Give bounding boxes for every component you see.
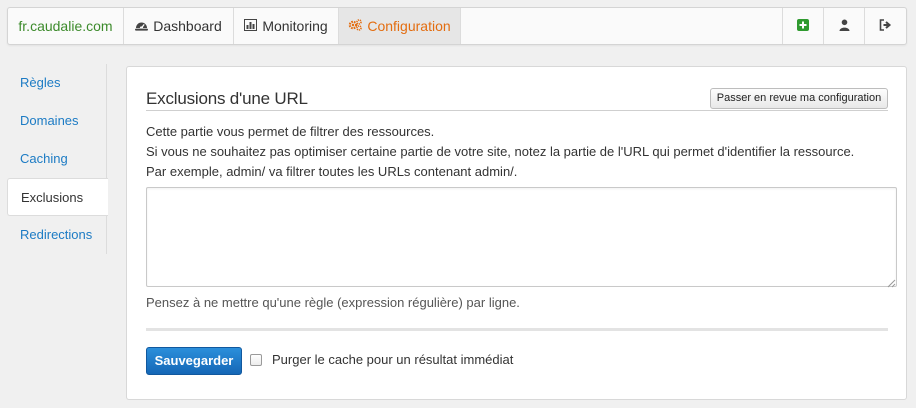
top-navbar: fr.caudalie.com Dashboard Monitoring Con…: [7, 7, 907, 45]
bar-chart-icon: [244, 8, 258, 44]
exclusions-panel: Exclusions d'une URL Passer en revue ma …: [126, 66, 907, 400]
site-brand-link[interactable]: fr.caudalie.com: [8, 8, 124, 44]
sidebar-item-caching[interactable]: Caching: [7, 140, 106, 178]
exclusion-rules-textarea[interactable]: [146, 187, 897, 287]
rules-hint: Pensez à ne mettre qu'une règle (express…: [146, 295, 520, 310]
review-config-button[interactable]: Passer en revue ma configuration: [710, 88, 888, 109]
sidebar-item-redirections[interactable]: Redirections: [7, 216, 106, 254]
sidebar-item-exclusions[interactable]: Exclusions: [7, 178, 108, 216]
sign-out-icon: [879, 8, 892, 44]
cogs-icon: [348, 8, 363, 44]
page-title: Exclusions d'une URL: [146, 89, 308, 108]
nav-configuration-label: Configuration: [367, 18, 451, 34]
nav-dashboard[interactable]: Dashboard: [124, 8, 234, 44]
purge-cache-checkbox[interactable]: [250, 353, 262, 366]
purge-cache-option[interactable]: Purger le cache pour un résultat immédia…: [250, 352, 513, 367]
add-button[interactable]: [783, 8, 824, 44]
nav-monitoring-label: Monitoring: [262, 18, 328, 34]
user-icon: [839, 8, 850, 44]
plus-square-icon: [797, 8, 809, 44]
description-line: Par exemple, admin/ va filtrer toutes le…: [146, 164, 518, 179]
dashboard-icon: [135, 8, 149, 44]
nav-spacer: [461, 8, 783, 44]
nav-monitoring[interactable]: Monitoring: [234, 8, 339, 44]
save-button[interactable]: Sauvegarder: [146, 347, 242, 375]
purge-cache-label: Purger le cache pour un résultat immédia…: [272, 352, 514, 367]
resize-grip-icon[interactable]: [887, 276, 896, 288]
form-divider: [146, 328, 888, 331]
nav-dashboard-label: Dashboard: [153, 18, 222, 34]
sidebar-item-regles[interactable]: Règles: [7, 64, 106, 102]
description-line: Cette partie vous permet de filtrer des …: [146, 124, 435, 139]
title-divider: [146, 110, 888, 111]
config-sidebar: Règles Domaines Caching Exclusions Redir…: [7, 64, 108, 254]
description-line: Si vous ne souhaitez pas optimiser certa…: [146, 144, 855, 159]
logout-button[interactable]: [865, 8, 906, 44]
description: Cette partie vous permet de filtrer des …: [146, 122, 896, 182]
sidebar-item-domaines[interactable]: Domaines: [7, 102, 106, 140]
nav-configuration[interactable]: Configuration: [339, 8, 461, 44]
user-button[interactable]: [824, 8, 865, 44]
